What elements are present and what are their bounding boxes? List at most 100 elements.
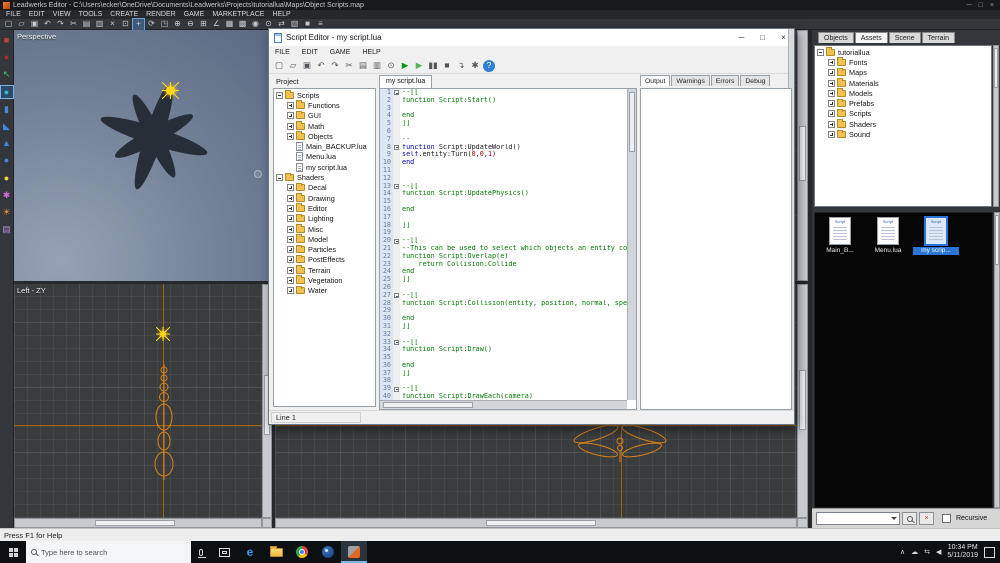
grid-snap-icon[interactable]: ⊞ bbox=[198, 19, 209, 30]
options-gear-icon[interactable]: ✱ bbox=[469, 60, 481, 72]
minimize-button[interactable]: ─ bbox=[731, 29, 752, 46]
fold-toggle-icon[interactable] bbox=[394, 386, 399, 392]
code-scrollbar-horizontal[interactable] bbox=[380, 400, 627, 409]
file-browser[interactable]: Script Main_B... Script Menu.lua Script … bbox=[814, 212, 993, 508]
expander-icon[interactable] bbox=[828, 89, 835, 97]
script-editor-titlebar[interactable]: Script Editor - my script.lua ─ □ × bbox=[269, 29, 794, 46]
open-icon[interactable]: ▱ bbox=[16, 19, 27, 30]
scale-tool-icon[interactable]: ◳ bbox=[159, 19, 170, 30]
tree-item[interactable]: Decal bbox=[275, 182, 374, 193]
fold-toggle-icon[interactable] bbox=[394, 90, 399, 96]
onedrive-icon[interactable]: ☁ bbox=[911, 549, 918, 556]
scrollbar-horizontal[interactable] bbox=[275, 518, 797, 528]
cut-icon[interactable]: ✂ bbox=[343, 60, 355, 72]
csg-add-icon[interactable]: ⊕ bbox=[172, 19, 183, 30]
scrollbar-vertical[interactable] bbox=[797, 30, 808, 281]
undo-icon[interactable]: ↶ bbox=[315, 60, 327, 72]
new-icon[interactable]: ▢ bbox=[3, 19, 14, 30]
output-tab[interactable]: Errors bbox=[710, 75, 740, 86]
tree-item[interactable]: Editor bbox=[275, 203, 374, 213]
maximize-button[interactable]: □ bbox=[752, 29, 773, 46]
expander-icon[interactable] bbox=[828, 110, 835, 118]
fold-toggle-icon[interactable] bbox=[394, 293, 399, 299]
scrollbar-thumb[interactable] bbox=[383, 402, 473, 408]
create-wedge-tool[interactable]: ◣ bbox=[1, 121, 13, 133]
scrollbar-horizontal[interactable] bbox=[14, 518, 262, 528]
recursive-checkbox[interactable] bbox=[942, 514, 951, 523]
stop-icon[interactable]: ■ bbox=[441, 60, 453, 72]
expander-icon[interactable] bbox=[828, 120, 835, 128]
menu-item[interactable]: EDIT bbox=[25, 11, 49, 18]
scrollbar-thumb[interactable] bbox=[995, 215, 999, 265]
angle-snap-icon[interactable]: ∠ bbox=[211, 19, 222, 30]
menu-item[interactable]: GAME bbox=[324, 49, 357, 56]
expander-icon[interactable] bbox=[287, 276, 294, 284]
dragonfly-wireframe[interactable] bbox=[572, 420, 668, 476]
clear-search-button[interactable]: × bbox=[919, 512, 934, 525]
create-cone-tool[interactable]: ▲ bbox=[1, 138, 13, 150]
file-browser-scrollbar[interactable] bbox=[994, 212, 1000, 508]
fold-toggle-icon[interactable] bbox=[394, 144, 399, 150]
menu-item[interactable]: MARKETPLACE bbox=[208, 11, 268, 18]
tree-scrollbar[interactable] bbox=[993, 45, 999, 207]
tree-item[interactable]: Shaders bbox=[275, 172, 374, 182]
taskbar-clock[interactable]: 10:34 PM 5/11/2019 bbox=[947, 544, 978, 561]
expander-icon[interactable] bbox=[287, 204, 294, 212]
menu-item[interactable]: HELP bbox=[356, 49, 386, 56]
create-emitter-tool[interactable]: ✱ bbox=[1, 189, 13, 201]
start-button[interactable] bbox=[0, 541, 26, 563]
tree-item[interactable]: Functions bbox=[275, 100, 374, 110]
menu-item[interactable]: GAME bbox=[180, 11, 209, 18]
sun-light[interactable] bbox=[162, 82, 179, 99]
expander-icon[interactable] bbox=[287, 266, 294, 274]
expander-icon[interactable] bbox=[287, 287, 294, 295]
panel-tab[interactable]: Terrain bbox=[921, 32, 956, 43]
expander-icon[interactable] bbox=[287, 112, 294, 120]
file-explorer-button[interactable] bbox=[263, 541, 289, 563]
tree-item[interactable]: Particles bbox=[275, 244, 374, 254]
tree-item[interactable]: Vegetation bbox=[275, 275, 374, 285]
propeller-model[interactable] bbox=[66, 86, 256, 196]
translate-tool-icon[interactable]: + bbox=[132, 17, 145, 31]
tree-item[interactable]: Sound bbox=[816, 129, 990, 139]
expander-icon[interactable] bbox=[287, 132, 294, 140]
tree-item[interactable]: Scripts bbox=[275, 90, 374, 100]
expander-icon[interactable] bbox=[276, 174, 283, 182]
file-thumbnail[interactable]: Script Main_B... bbox=[817, 217, 863, 255]
save-script-icon[interactable]: ▣ bbox=[301, 60, 313, 72]
create-light-tool[interactable]: ● bbox=[1, 172, 13, 184]
file-thumbnail[interactable]: Script my scrip... bbox=[913, 217, 959, 255]
tree-item[interactable]: Objects bbox=[275, 131, 374, 141]
panel-tab[interactable]: Scene bbox=[888, 32, 921, 43]
viewport-perspective[interactable]: Perspective bbox=[14, 30, 272, 281]
tree-item[interactable]: tutoriallua bbox=[816, 47, 990, 57]
scrollbar-thumb[interactable] bbox=[799, 370, 806, 430]
expander-icon[interactable] bbox=[828, 79, 835, 87]
menu-item[interactable]: FILE bbox=[269, 49, 296, 56]
network-icon[interactable]: ⇆ bbox=[924, 549, 930, 556]
tree-item[interactable]: GUI bbox=[275, 110, 374, 121]
tree-item[interactable]: Drawing bbox=[275, 193, 374, 203]
menu-item[interactable]: TOOLS bbox=[75, 11, 107, 18]
grid-increase-icon[interactable]: ▩ bbox=[237, 19, 248, 30]
tree-item[interactable]: Menu.lua bbox=[275, 152, 374, 162]
task-view-button[interactable] bbox=[211, 541, 237, 563]
menu-item[interactable]: FILE bbox=[2, 11, 25, 18]
tray-chevron-icon[interactable]: ∧ bbox=[900, 549, 905, 556]
create-box-tool[interactable]: ■ bbox=[1, 35, 13, 47]
expander-icon[interactable] bbox=[828, 58, 835, 66]
fold-toggle-icon[interactable] bbox=[394, 339, 399, 345]
run-icon[interactable]: ▶ bbox=[399, 60, 411, 72]
expander-icon[interactable] bbox=[287, 194, 294, 202]
viewport-left-zy[interactable]: Left - ZY bbox=[14, 284, 262, 518]
expander-icon[interactable] bbox=[287, 225, 294, 233]
file-tab[interactable]: my script.lua bbox=[379, 75, 433, 88]
chrome-taskbar-button[interactable] bbox=[289, 541, 315, 563]
menu-item[interactable]: CREATE bbox=[106, 11, 142, 18]
expander-icon[interactable] bbox=[287, 101, 294, 109]
sun-light[interactable] bbox=[156, 327, 170, 341]
tree-item[interactable]: Materials bbox=[816, 78, 990, 88]
expander-icon[interactable] bbox=[828, 131, 835, 139]
expander-icon[interactable] bbox=[828, 69, 835, 77]
tree-item[interactable]: Lighting bbox=[275, 213, 374, 224]
